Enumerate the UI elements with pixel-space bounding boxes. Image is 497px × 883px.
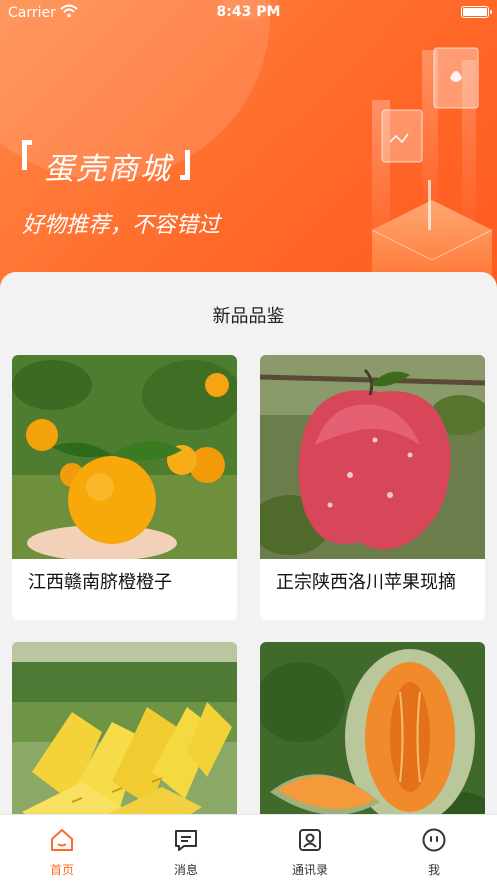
apple-photo bbox=[260, 355, 485, 559]
tab-label: 通讯录 bbox=[291, 863, 328, 877]
section-title: 新品品鉴 bbox=[212, 306, 285, 327]
bracket-left-icon bbox=[22, 140, 32, 170]
orange-photo bbox=[12, 355, 237, 559]
home-icon bbox=[51, 829, 73, 851]
tab-label: 我 bbox=[427, 863, 440, 877]
product-card[interactable] bbox=[260, 642, 485, 832]
message-icon bbox=[175, 830, 197, 851]
status-bar: Carrier 8:43 PM bbox=[0, 0, 497, 26]
profile-icon bbox=[422, 828, 446, 852]
tab-bar: 首页 消息 通讯录 我 bbox=[0, 814, 497, 883]
melon-photo bbox=[260, 642, 485, 832]
product-name: 正宗陕西洛川苹果现摘 bbox=[276, 572, 456, 593]
product-card[interactable] bbox=[12, 642, 237, 832]
product-name: 江西赣南脐橙橙子 bbox=[28, 572, 172, 593]
battery-icon bbox=[461, 6, 492, 18]
content-panel: 新品品鉴 江西赣南脐橙橙子 正宗陕西洛川苹果现摘 bbox=[0, 272, 497, 832]
tab-messages[interactable]: 消息 bbox=[124, 815, 248, 883]
contacts-icon bbox=[299, 829, 321, 851]
hero-slogan: 好物推荐，不容错过 bbox=[22, 213, 221, 238]
tab-label: 首页 bbox=[49, 863, 74, 877]
tab-profile[interactable]: 我 bbox=[372, 815, 496, 883]
tab-contacts[interactable]: 通讯录 bbox=[248, 815, 372, 883]
hero-illustration bbox=[371, 47, 493, 280]
product-card[interactable]: 江西赣南脐橙橙子 bbox=[12, 355, 237, 620]
pineapple-photo bbox=[12, 642, 237, 832]
brand-title: 蛋壳商城 bbox=[44, 152, 172, 187]
bracket-right-icon bbox=[180, 150, 190, 180]
tab-home[interactable]: 首页 bbox=[0, 815, 124, 883]
product-card[interactable]: 正宗陕西洛川苹果现摘 bbox=[260, 355, 485, 620]
tab-label: 消息 bbox=[173, 863, 198, 877]
hero-banner: Carrier 8:43 PM 蛋壳商城 好物推荐，不容错过 bbox=[0, 0, 497, 300]
status-time: 8:43 PM bbox=[216, 4, 281, 20]
